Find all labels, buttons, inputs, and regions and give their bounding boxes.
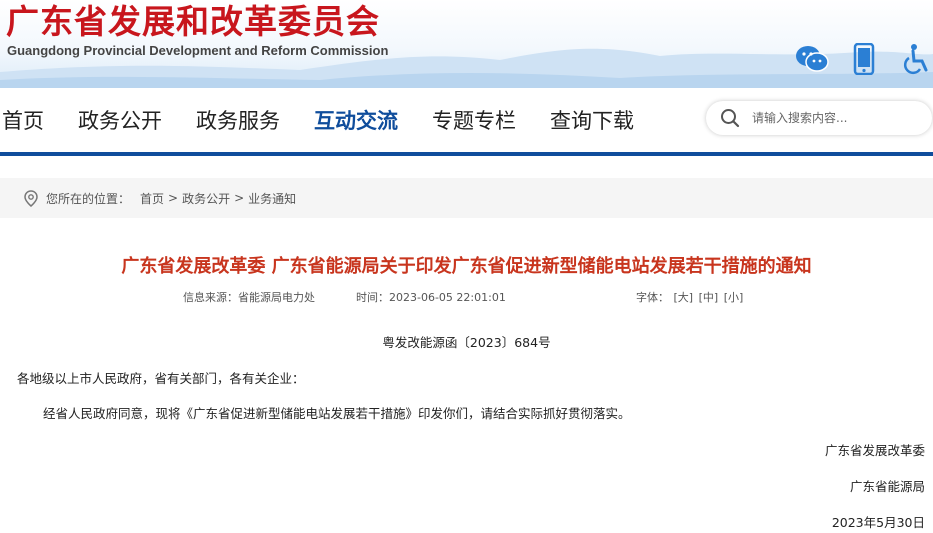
breadcrumb-separator: > <box>234 191 245 205</box>
nav-item-home[interactable]: 首页 <box>2 105 44 135</box>
font-size-small[interactable]: [小] <box>724 291 744 304</box>
search-icon[interactable] <box>720 108 740 128</box>
font-size-label: 字体： <box>636 291 669 304</box>
search-input[interactable] <box>750 110 924 126</box>
signature-energy-bureau: 广东省能源局 <box>849 479 925 494</box>
article-title: 广东省发展改革委 广东省能源局关于印发广东省促进新型储能电站发展若干措施的通知 <box>121 256 812 277</box>
font-size-medium[interactable]: [中] <box>699 291 719 304</box>
accessibility-icon[interactable] <box>899 42 933 76</box>
header-tools <box>795 42 933 76</box>
search-box <box>706 101 932 135</box>
nav-item-gov-affairs[interactable]: 政务公开 <box>78 105 162 135</box>
nav-item-topics[interactable]: 专题专栏 <box>432 105 516 135</box>
site-title: 广东省发展和改革委员会 <box>6 2 380 41</box>
breadcrumb-separator: > <box>168 191 179 205</box>
site-header: 广东省发展和改革委员会 Guangdong Provincial Develop… <box>0 0 933 88</box>
font-size-large[interactable]: [大] <box>674 291 694 304</box>
article-time: 时间：2023-06-05 22:01:01 <box>356 291 506 304</box>
document-number: 粤发改能源函〔2023〕684号 <box>382 335 551 350</box>
nav-item-interaction[interactable]: 互动交流 <box>314 105 398 135</box>
site-subtitle: Guangdong Provincial Development and Ref… <box>7 43 389 58</box>
body-paragraph: 经省人民政府同意，现将《广东省促进新型储能电站发展若干措施》印发你们，请结合实际… <box>43 406 631 421</box>
wechat-icon[interactable] <box>795 42 829 76</box>
nav-items: 首页 政务公开 政务服务 互动交流 专题专栏 查询下载 <box>0 88 668 152</box>
article-source: 信息来源：省能源局电力处 <box>183 291 315 304</box>
font-size-switcher: 字体： [大] [中] [小] <box>636 289 744 305</box>
breadcrumb: 您所在的位置： 首页 > 政务公开 > 业务通知 <box>0 178 933 218</box>
mobile-icon[interactable] <box>847 42 881 76</box>
main-nav: 首页 政务公开 政务服务 互动交流 专题专栏 查询下载 <box>0 88 933 156</box>
nav-item-downloads[interactable]: 查询下载 <box>550 105 634 135</box>
breadcrumb-prefix: 您所在的位置： <box>46 191 131 206</box>
salutation: 各地级以上市人民政府，省有关部门，各有关企业： <box>17 371 305 386</box>
signature-ndrc: 广东省发展改革委 <box>824 443 925 458</box>
document-date: 2023年5月30日 <box>831 515 925 530</box>
location-pin-icon <box>24 189 38 207</box>
breadcrumb-business-notice[interactable]: 业务通知 <box>248 190 296 207</box>
breadcrumb-gov-affairs[interactable]: 政务公开 <box>182 190 230 207</box>
nav-item-gov-services[interactable]: 政务服务 <box>196 105 280 135</box>
breadcrumb-home[interactable]: 首页 <box>140 190 164 207</box>
